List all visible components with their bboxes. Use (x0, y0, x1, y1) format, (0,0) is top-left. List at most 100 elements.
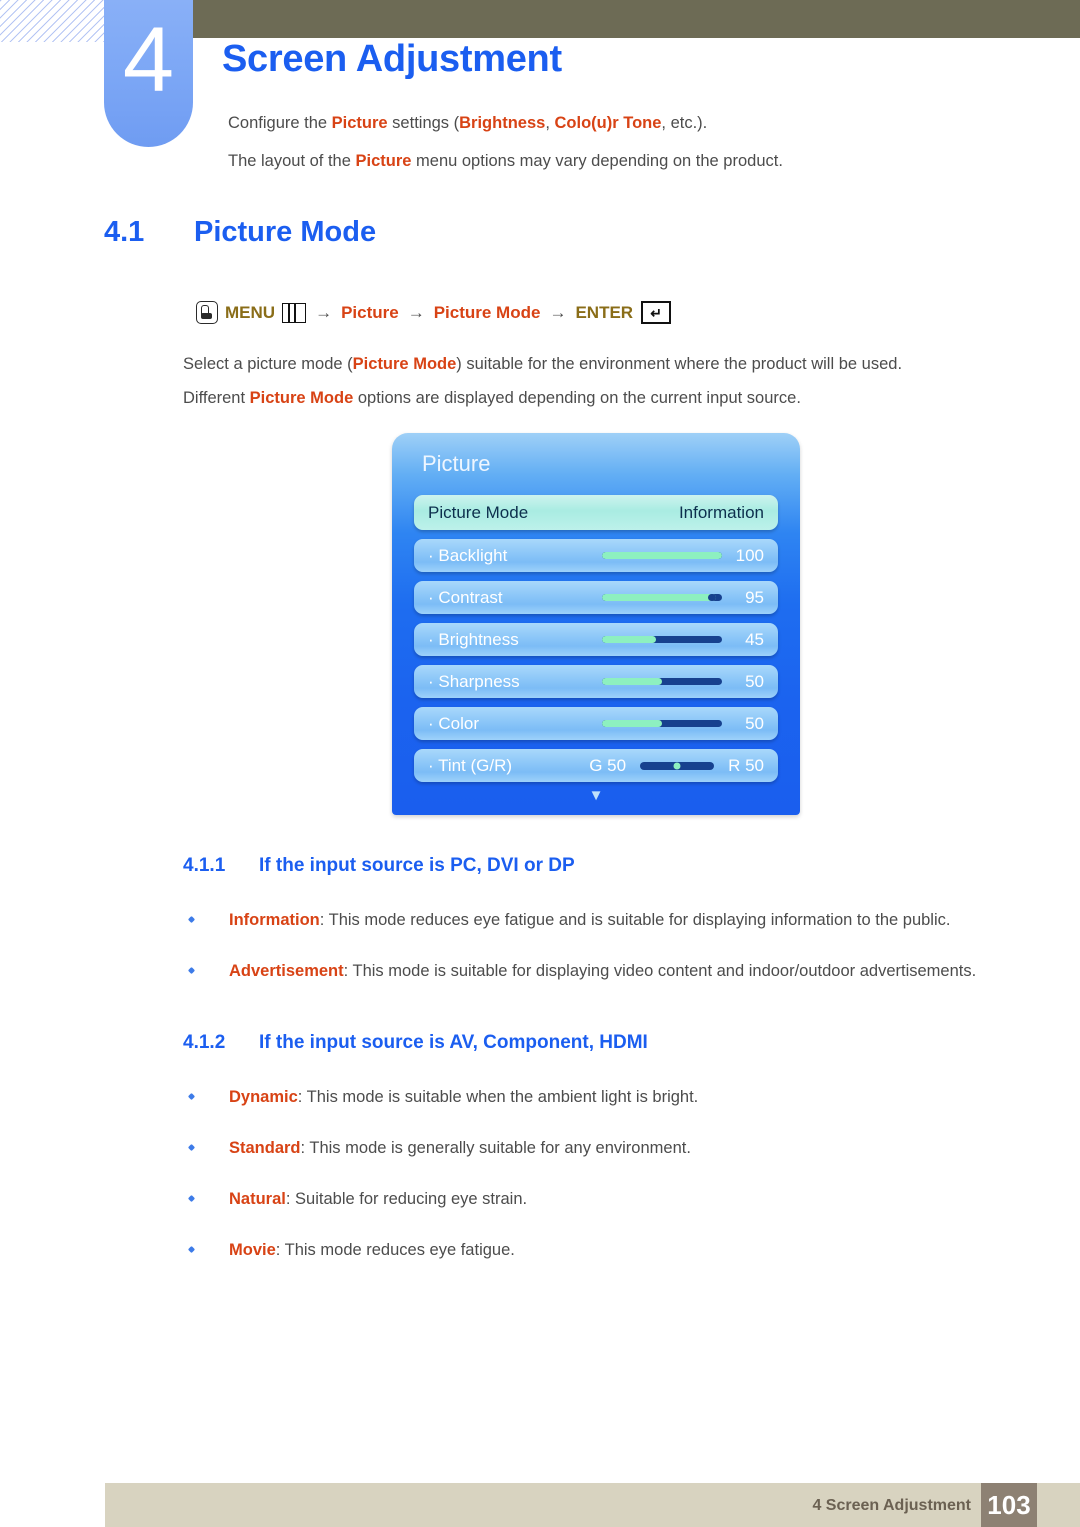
osd-row[interactable]: · Backlight 100 (414, 539, 778, 572)
osd-row-label: Picture Mode (428, 502, 529, 522)
osd-row-label: · Contrast (428, 587, 503, 607)
chapter-number-badge: 4 (104, 0, 193, 147)
menu-path-step-picture-mode: Picture Mode (433, 302, 541, 322)
osd-row-list: Picture Mode Information · Backlight 100 · C… (414, 495, 778, 791)
list-item: Movie: This mode reduces eye fatigue. (183, 1233, 1013, 1267)
subsection-412-title: If the input source is AV, Component, HD… (259, 1032, 648, 1053)
list-item: Natural: Suitable for reducing eye strai… (183, 1182, 1013, 1216)
bullet-diamond-icon (187, 1143, 196, 1152)
subsection-411-number: 4.1.1 (183, 855, 226, 876)
bullet-diamond-icon (187, 915, 196, 924)
bullet-diamond-icon (187, 1092, 196, 1101)
chapter-lead-text: Configure the Picture settings (Brightne… (228, 104, 1008, 180)
osd-row-tint[interactable]: · Tint (G/R) G 50 R 50 (414, 749, 778, 782)
section-number: 4.1 (104, 216, 145, 248)
osd-row[interactable]: · Sharpness 50 (414, 665, 778, 698)
enter-label: ENTER (575, 302, 634, 322)
lead-highlight-brightness: Brightness (459, 114, 546, 132)
para2-pre: Different (183, 389, 250, 407)
lead2-text-post: menu options may vary depending on the p… (411, 152, 783, 170)
page-number-box: 103 (981, 1483, 1037, 1527)
list-item-description: : This mode is generally suitable for an… (300, 1139, 691, 1157)
subsection-412-number: 4.1.2 (183, 1032, 226, 1053)
osd-slider-fill (602, 552, 722, 559)
chapter-lead-line-1: Configure the Picture settings (Brightne… (228, 104, 1008, 142)
list-item-term: Dynamic (229, 1088, 298, 1106)
osd-row[interactable]: Picture Mode Information (414, 495, 778, 530)
list-item-description: : This mode is suitable for displaying v… (343, 962, 977, 980)
osd-slider[interactable] (602, 636, 722, 643)
header-olive-bar (193, 0, 1080, 38)
body-paragraph-line-2: Different Picture Mode options are displ… (183, 381, 1013, 415)
osd-row-label: · Color (428, 713, 480, 733)
bullet-diamond-icon (187, 1245, 196, 1254)
osd-tint-slider-knob (673, 762, 681, 769)
lead2-highlight-picture: Picture (355, 152, 412, 170)
osd-tint-red-value: R 50 (728, 755, 764, 775)
body-paragraph: Select a picture mode (Picture Mode) sui… (183, 347, 1013, 415)
enter-return-icon: ↵ (641, 301, 672, 324)
osd-row-value: 45 (745, 629, 764, 649)
osd-slider[interactable] (602, 678, 722, 685)
page-number: 103 (987, 1489, 1031, 1520)
osd-slider-fill (602, 720, 662, 727)
osd-row-value: 95 (745, 587, 764, 607)
osd-title: Picture (422, 451, 491, 476)
list-item-description: : Suitable for reducing eye strain. (285, 1190, 528, 1208)
osd-slider[interactable] (602, 552, 722, 559)
para1-pre: Select a picture mode ( (183, 355, 353, 373)
section-heading: 4.1 Picture Mode (104, 216, 376, 249)
list-item-term: Standard (229, 1139, 301, 1157)
lead-text-pre: Configure the (228, 114, 332, 132)
osd-tint-control[interactable]: G 50 R 50 (589, 756, 764, 776)
osd-row-label: · Brightness (428, 629, 519, 649)
osd-slider-fill (602, 678, 662, 685)
bullet-diamond-icon (187, 966, 196, 975)
osd-row[interactable]: · Contrast 95 (414, 581, 778, 614)
lead-text-post: , etc.). (661, 114, 708, 132)
osd-slider[interactable] (602, 720, 722, 727)
menu-label: MENU (225, 302, 276, 322)
osd-row-value: Information (678, 502, 764, 522)
body-paragraph-line-1: Select a picture mode (Picture Mode) sui… (183, 347, 1013, 381)
bullet-list-412: Dynamic: This mode is suitable when the … (183, 1080, 1013, 1284)
list-item: Standard: This mode is generally suitabl… (183, 1131, 1013, 1165)
osd-row-label: · Sharpness (428, 671, 520, 691)
osd-tint-green-value: G 50 (589, 755, 627, 775)
osd-slider-knob (708, 594, 716, 601)
list-item: Advertisement: This mode is suitable for… (183, 954, 1013, 988)
menu-path: MENU → Picture → Picture Mode → ENTER ↵ (196, 301, 672, 324)
list-item-term: Advertisement (229, 962, 344, 980)
corner-hatch-decoration (0, 0, 104, 42)
chapter-lead-line-2: The layout of the Picture menu options m… (228, 142, 1008, 180)
osd-row[interactable]: · Brightness 45 (414, 623, 778, 656)
menu-path-step-picture: Picture (341, 302, 399, 322)
chapter-number: 4 (122, 9, 175, 111)
list-item-description: : This mode is suitable when the ambient… (297, 1088, 699, 1106)
osd-row-label: · Backlight (428, 545, 508, 565)
path-arrow-1: → (315, 302, 333, 322)
para1-highlight: Picture Mode (352, 355, 457, 373)
subsection-411-title: If the input source is PC, DVI or DP (259, 855, 575, 876)
subsection-heading-412: 4.1.2 If the input source is AV, Componen… (183, 1032, 648, 1054)
osd-slider-fill (602, 636, 656, 643)
lead-highlight-colour-tone: Colo(u)r Tone (554, 114, 662, 132)
osd-slider[interactable] (602, 594, 722, 601)
osd-row-value: 100 (735, 545, 764, 565)
osd-scroll-down-icon[interactable]: ▼ (392, 788, 800, 803)
list-item: Dynamic: This mode is suitable when the … (183, 1080, 1013, 1114)
osd-slider-fill (602, 594, 716, 601)
osd-row[interactable]: · Color 50 (414, 707, 778, 740)
page-title: Screen Adjustment (222, 38, 562, 80)
hand-press-icon (196, 301, 218, 324)
osd-tint-slider[interactable] (640, 761, 715, 770)
section-title: Picture Mode (194, 216, 377, 248)
list-item-term: Movie (229, 1241, 276, 1259)
footer-chapter-label: 4 Screen Adjustment (812, 1497, 971, 1514)
para1-post: ) suitable for the environment where the… (456, 355, 903, 373)
list-item-description: : This mode reduces eye fatigue and is s… (319, 911, 951, 929)
path-arrow-3: → (549, 302, 567, 322)
bullet-diamond-icon (187, 1194, 196, 1203)
subsection-heading-411: 4.1.1 If the input source is PC, DVI or D… (183, 855, 575, 877)
menu-bars-icon (282, 302, 307, 323)
